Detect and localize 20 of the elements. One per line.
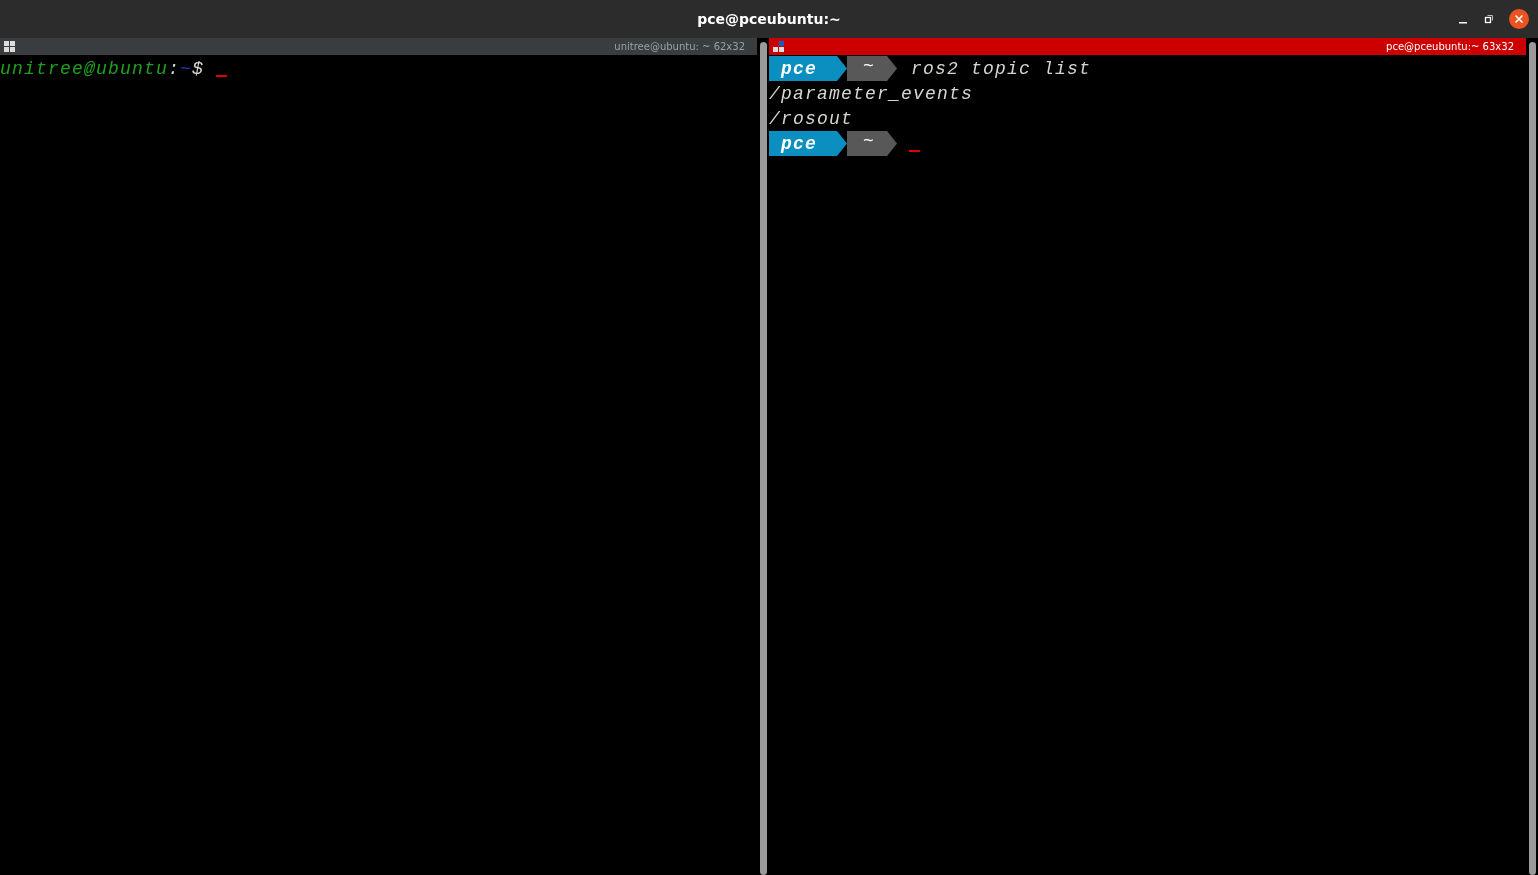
prompt-path: ~: [180, 58, 193, 79]
pane-title: unitree@ubuntu: ~ 62x32: [614, 41, 745, 52]
pane-menu-icon[interactable]: [4, 40, 16, 53]
output-line: /rosout: [769, 108, 853, 129]
pane-menu-icon[interactable]: [773, 40, 785, 53]
prompt-path-segment: ~: [847, 131, 898, 156]
scrollbar-thumb[interactable]: [1528, 42, 1536, 875]
prompt-user-host: unitree@ubuntu: [0, 58, 169, 79]
window-title: pce@pceubuntu:~: [697, 11, 841, 27]
prompt-symbol: $: [192, 58, 205, 79]
pane-title: pce@pceubuntu:~ 63x32: [1386, 41, 1514, 52]
prompt-path-segment: ~: [847, 56, 898, 81]
scrollbar-thumb[interactable]: [759, 42, 767, 875]
prompt-user-segment: pce: [769, 131, 847, 156]
output-line: /parameter_events: [769, 83, 974, 104]
restore-icon[interactable]: [1483, 13, 1495, 25]
prompt-separator: :: [168, 58, 181, 79]
command-text: ros2 topic list: [911, 58, 1092, 79]
close-icon[interactable]: [1509, 9, 1529, 29]
prompt-user-segment: pce: [769, 56, 847, 81]
